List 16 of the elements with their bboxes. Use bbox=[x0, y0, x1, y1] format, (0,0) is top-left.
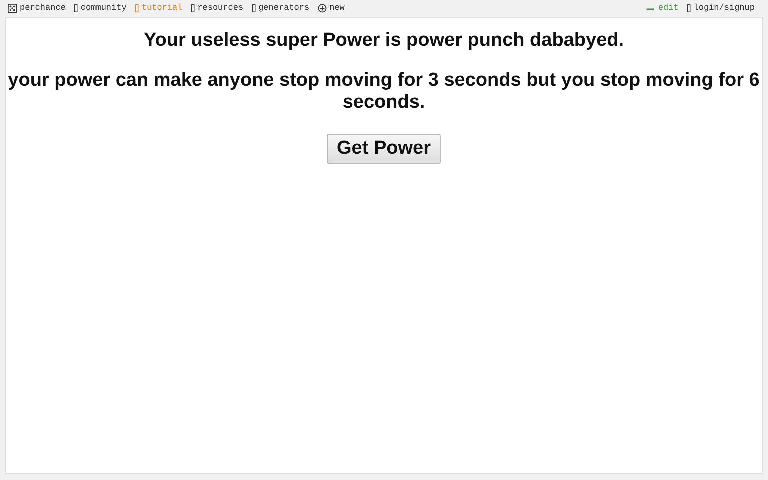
heading: Your useless super Power is power punch dababyed. bbox=[142, 30, 626, 52]
box-icon bbox=[74, 4, 78, 12]
nav-link[interactable]: new bbox=[330, 3, 345, 13]
dice-icon bbox=[8, 4, 17, 12]
box-icon bbox=[686, 4, 691, 12]
nav-link[interactable]: generators bbox=[258, 3, 310, 13]
nav-link[interactable]: resources bbox=[198, 3, 244, 13]
power-description: your power can make anyone stop moving for 3 seconds but you stop moving for 6 seconds. bbox=[7, 70, 761, 114]
nav-link[interactable]: community bbox=[80, 3, 127, 13]
box-icon bbox=[252, 4, 256, 12]
plus-circle-icon bbox=[318, 4, 327, 12]
nav-link[interactable]: login/signup bbox=[694, 3, 755, 13]
box-icon bbox=[134, 4, 139, 12]
get-power-button[interactable]: Get Power bbox=[327, 134, 441, 164]
nav-link[interactable]: perchance bbox=[20, 3, 66, 13]
box-icon bbox=[190, 4, 195, 12]
